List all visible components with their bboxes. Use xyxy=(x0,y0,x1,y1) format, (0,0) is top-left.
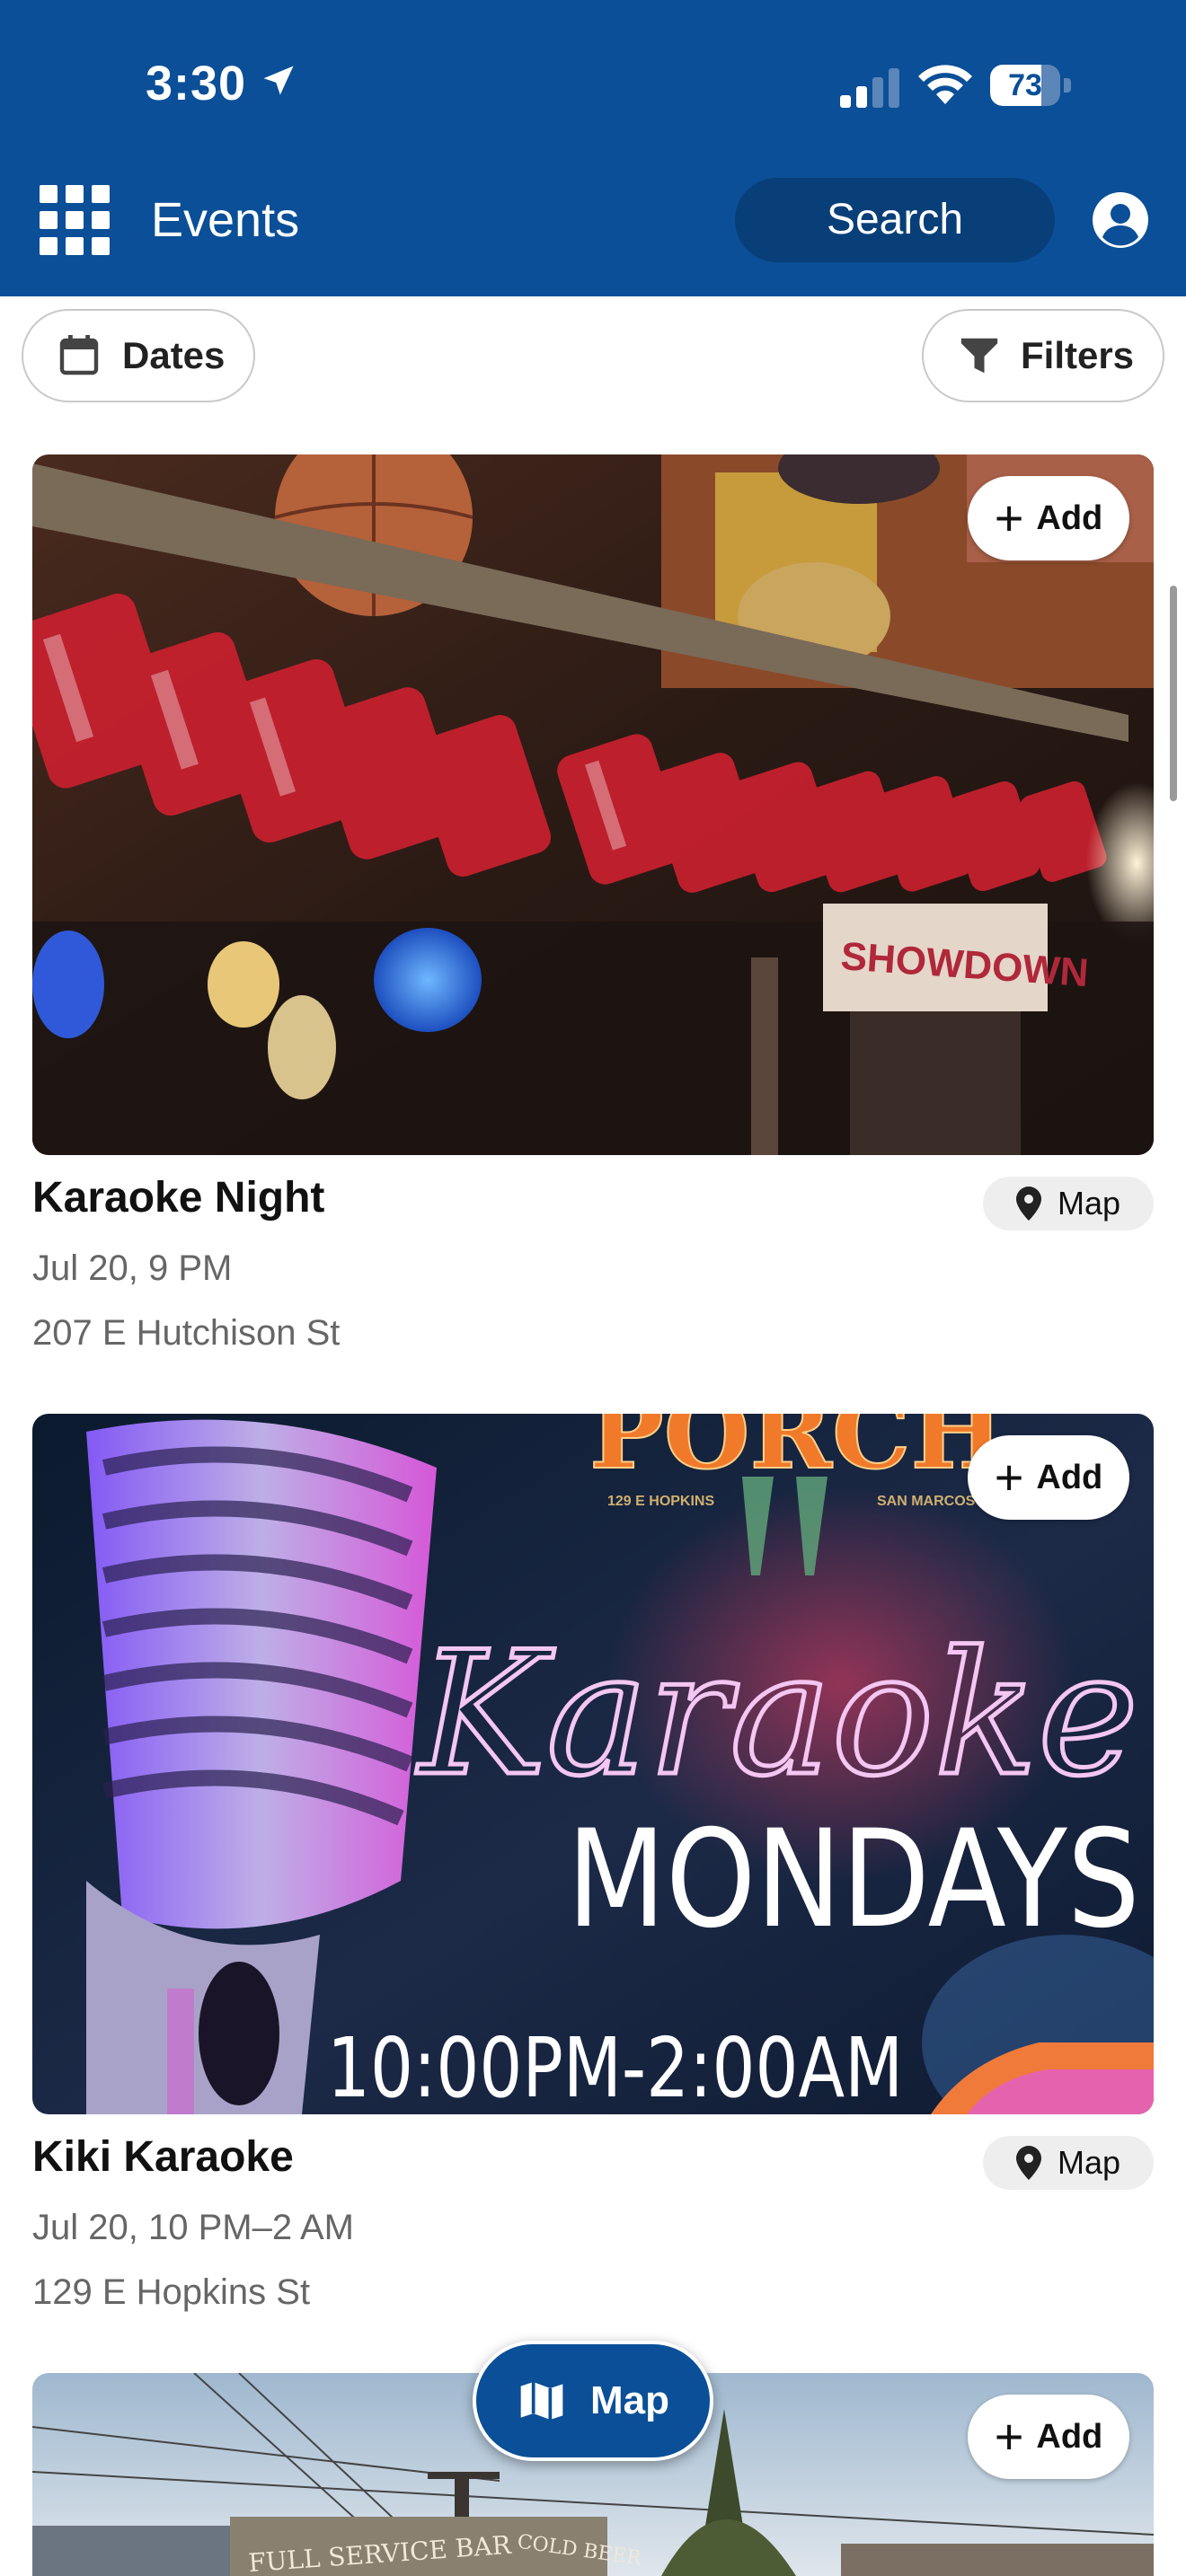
add-label: Add xyxy=(1036,1458,1103,1496)
filters-button[interactable]: Filters xyxy=(922,309,1164,402)
plus-icon: + xyxy=(994,1449,1024,1505)
apps-grid-icon[interactable] xyxy=(40,185,110,255)
calendar-icon xyxy=(59,335,99,375)
page-title: Events xyxy=(151,193,300,247)
map-view-button[interactable]: Map xyxy=(473,2341,713,2461)
mondays-text: MONDAYS xyxy=(567,1801,1140,1958)
event-date: Jul 20, 10 PM–2 AM xyxy=(32,2208,354,2247)
venue-address-text: 129 E HOPKINS xyxy=(607,1494,714,1509)
status-time: 3:30 xyxy=(146,57,247,110)
dates-filter-button[interactable]: Dates xyxy=(22,309,255,402)
cellular-signal-icon xyxy=(840,68,901,108)
map-label: Map xyxy=(1057,1185,1121,1222)
battery-percent: 73 xyxy=(1008,68,1042,102)
map-label: Map xyxy=(1057,2144,1121,2181)
map-pin-icon xyxy=(1015,1187,1041,1221)
add-label: Add xyxy=(1036,498,1103,537)
filters-label: Filters xyxy=(1021,334,1135,376)
map-button-karaoke-night[interactable]: Map xyxy=(983,1177,1154,1231)
wifi-icon xyxy=(918,65,972,104)
add-button-third-event[interactable]: + Add xyxy=(968,2395,1129,2479)
dates-label: Dates xyxy=(122,334,226,376)
profile-icon[interactable] xyxy=(1091,190,1150,250)
add-button-kiki-karaoke[interactable]: + Add xyxy=(968,1435,1129,1520)
event-address: 207 E Hutchison St xyxy=(32,1313,341,1353)
plus-icon: + xyxy=(994,2408,1024,2465)
map-view-label: Map xyxy=(590,2378,669,2422)
karaoke-script-text: Karaoke xyxy=(416,1615,1138,1813)
event-date: Jul 20, 9 PM xyxy=(32,1248,233,1288)
battery-indicator: 73 xyxy=(990,65,1073,106)
plus-icon: + xyxy=(994,490,1024,546)
map-pin-icon xyxy=(1015,2146,1041,2180)
map-button-kiki-karaoke[interactable]: Map xyxy=(983,2136,1154,2190)
event-image-kiki-karaoke[interactable]: PORCH 129 E HOPKINS SAN MARCOS Karaoke M… xyxy=(32,1414,1154,2114)
event-title[interactable]: Kiki Karaoke xyxy=(32,2132,294,2182)
location-arrow-icon xyxy=(263,66,294,95)
add-label: Add xyxy=(1036,2417,1103,2456)
hours-text: 10:00PM-2:00AM xyxy=(327,2020,903,2114)
event-title[interactable]: Karaoke Night xyxy=(32,1173,324,1222)
app-header: 3:30 73 Events Search xyxy=(0,0,1186,296)
search-button[interactable]: Search xyxy=(735,178,1055,262)
event-image-karaoke-night[interactable]: SHOWDOWN xyxy=(32,454,1154,1155)
venue-city-text: SAN MARCOS xyxy=(877,1494,976,1509)
event-address: 129 E Hopkins St xyxy=(32,2272,311,2312)
funnel-icon xyxy=(960,338,998,374)
scrollbar[interactable] xyxy=(1170,586,1177,801)
folded-map-icon xyxy=(520,2382,563,2420)
add-button-karaoke-night[interactable]: + Add xyxy=(968,476,1129,560)
